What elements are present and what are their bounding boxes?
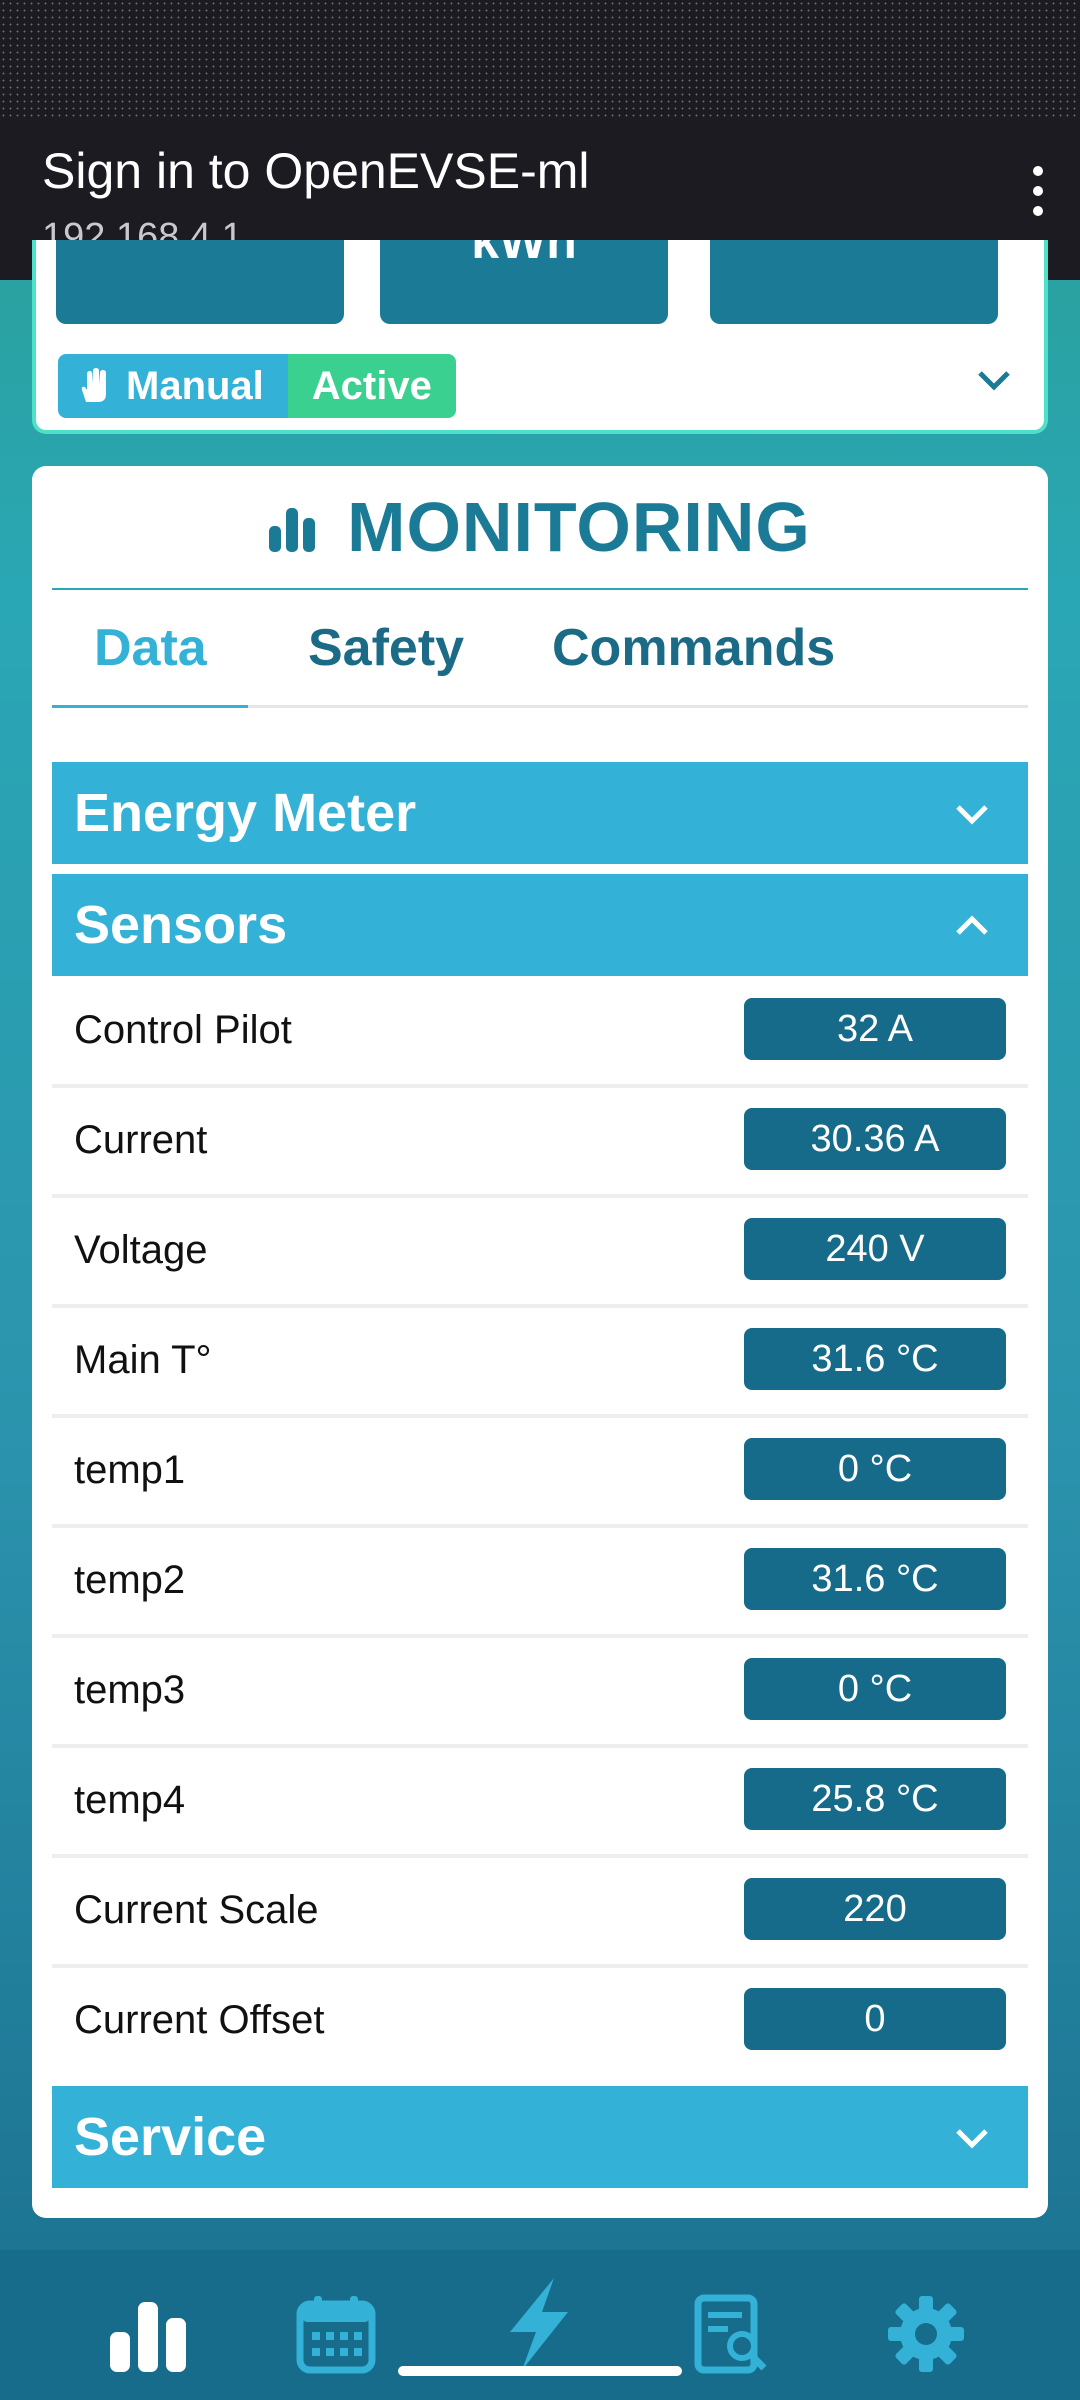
section-energy-meter[interactable]: Energy Meter xyxy=(52,762,1028,864)
mode-badge[interactable]: Manual Active xyxy=(58,354,456,418)
sensor-value: 32 A xyxy=(744,998,1006,1060)
sensor-row: Current Offset 0 xyxy=(52,1968,1028,2078)
sensor-label: Main T° xyxy=(74,1338,212,1382)
sensor-label: Current Offset xyxy=(74,1998,325,2042)
monitoring-header: MONITORING xyxy=(52,466,1028,590)
tab-indicator xyxy=(52,705,248,708)
top-button-left[interactable] xyxy=(56,240,344,324)
sensor-label: Current Scale xyxy=(74,1888,319,1932)
bar-chart-icon xyxy=(269,508,316,552)
monitoring-tabs: Data Safety Commands xyxy=(52,590,1028,708)
sensor-row: Main T° 31.6 °C xyxy=(52,1308,1028,1418)
sensor-row: temp2 31.6 °C xyxy=(52,1528,1028,1638)
chevron-down-icon[interactable] xyxy=(974,360,1014,400)
chevron-down-icon xyxy=(956,805,988,825)
home-indicator xyxy=(398,2366,682,2376)
tab-safety[interactable]: Safety xyxy=(308,618,464,678)
sensor-row: Current Scale 220 xyxy=(52,1858,1028,1968)
hand-icon xyxy=(81,368,106,402)
sensor-label: Voltage xyxy=(74,1228,208,1272)
sensor-label: temp1 xyxy=(74,1448,186,1492)
monitoring-title: MONITORING xyxy=(347,488,811,566)
manual-label: Manual xyxy=(126,363,264,408)
evse-status-card: kWh Manual Active xyxy=(32,240,1048,434)
sensor-value: 31.6 °C xyxy=(744,1548,1006,1610)
sensor-row: Current 30.36 A xyxy=(52,1088,1028,1198)
chevron-up-icon xyxy=(956,915,988,935)
sensor-list: Control Pilot 32 A Current 30.36 A Voltage… xyxy=(52,978,1028,2078)
bottom-nav xyxy=(0,2250,1080,2400)
manual-mode: Manual xyxy=(58,354,288,418)
section-energy-meter-label: Energy Meter xyxy=(74,783,417,843)
sensor-value: 31.6 °C xyxy=(744,1328,1006,1390)
active-state: Active xyxy=(287,354,456,418)
sensor-value: 240 V xyxy=(744,1218,1006,1280)
sensor-row: Control Pilot 32 A xyxy=(52,978,1028,1088)
sensor-value: 30.36 A xyxy=(744,1108,1006,1170)
tab-commands[interactable]: Commands xyxy=(552,618,835,678)
chevron-down-icon xyxy=(956,2129,988,2149)
sensor-value: 0 °C xyxy=(744,1658,1006,1720)
sensor-label: Control Pilot xyxy=(74,1008,292,1052)
tab-data[interactable]: Data xyxy=(94,618,207,678)
bolt-icon[interactable] xyxy=(496,2276,580,2372)
section-sensors-label: Sensors xyxy=(74,895,288,955)
sensor-row: temp1 0 °C xyxy=(52,1418,1028,1528)
kwh-label: kWh xyxy=(471,240,577,269)
monitoring-card: MONITORING Data Safety Commands Energy M… xyxy=(32,466,1048,2218)
sensor-row: temp3 0 °C xyxy=(52,1638,1028,1748)
page-title: Sign in to OpenEVSE-ml xyxy=(42,143,590,199)
sensor-value: 0 °C xyxy=(744,1438,1006,1500)
more-options-icon[interactable] xyxy=(1026,166,1050,226)
sensor-value: 0 xyxy=(744,1988,1006,2050)
sensor-label: temp2 xyxy=(74,1558,186,1602)
status-bar xyxy=(0,0,1080,120)
section-service[interactable]: Service xyxy=(52,2086,1028,2188)
top-button-kwh[interactable]: kWh xyxy=(380,240,668,324)
gear-icon[interactable] xyxy=(886,2294,966,2374)
calendar-icon[interactable] xyxy=(296,2294,376,2374)
section-sensors[interactable]: Sensors xyxy=(52,874,1028,976)
section-service-label: Service xyxy=(74,2107,267,2167)
sensor-row: Voltage 240 V xyxy=(52,1198,1028,1308)
top-button-right[interactable] xyxy=(710,240,998,324)
sensor-value: 25.8 °C xyxy=(744,1768,1006,1830)
sensor-label: Current xyxy=(74,1118,208,1162)
chart-icon[interactable] xyxy=(108,2294,188,2374)
sensor-label: temp3 xyxy=(74,1668,186,1712)
sensor-row: temp4 25.8 °C xyxy=(52,1748,1028,1858)
sensor-value: 220 xyxy=(744,1878,1006,1940)
sensor-label: temp4 xyxy=(74,1778,186,1822)
log-search-icon[interactable] xyxy=(692,2294,772,2374)
